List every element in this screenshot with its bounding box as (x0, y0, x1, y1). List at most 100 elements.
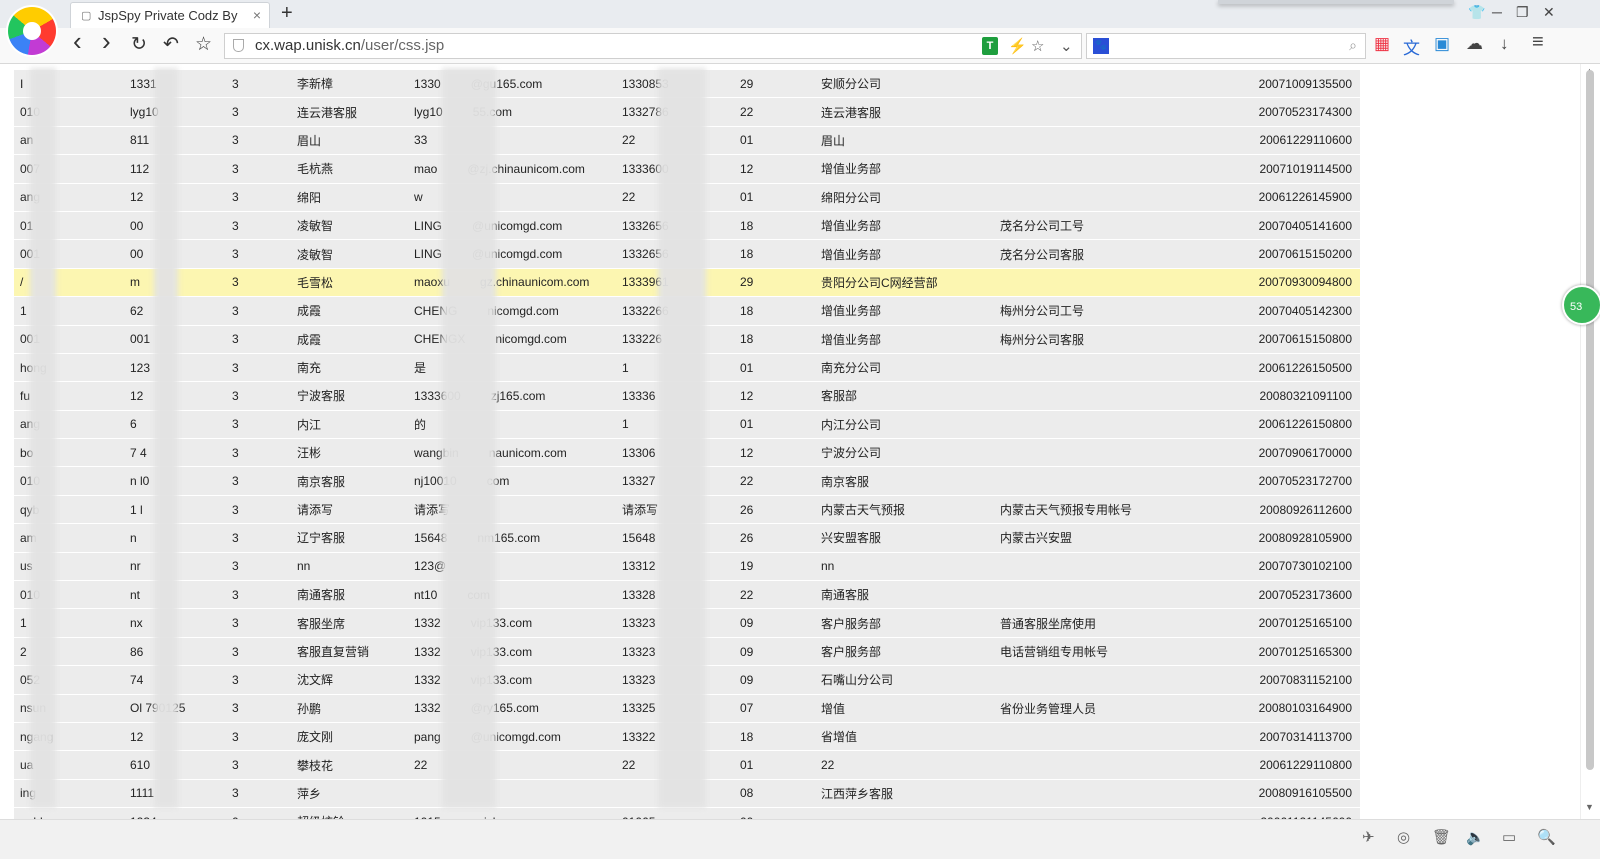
table-cell-c4: 123@ (408, 552, 616, 582)
vertical-scrollbar[interactable]: ▲ ▼ (1580, 64, 1600, 819)
lightning-icon[interactable]: ⚡ (1008, 37, 1027, 55)
window-icon[interactable]: ▭ (1502, 828, 1516, 846)
table-cell-c7: 增值业务部 (815, 211, 994, 241)
table-cell-c8: 电话营销组专用帐号 (994, 637, 1194, 667)
table-cell-c7 (815, 807, 994, 819)
table-cell-c7: 眉山 (815, 126, 994, 156)
table-cell-c2: 3 (226, 296, 291, 326)
table-cell-c3: 南充 (291, 353, 408, 383)
table-cell-c7: 南京客服 (815, 466, 994, 496)
zoom-icon[interactable]: 🔍 (1537, 828, 1556, 846)
table-cell-c4: wangbin naunicom.com (408, 438, 616, 468)
table-cell-c3: 眉山 (291, 126, 408, 156)
table-cell-c9: 20070615150800 (1194, 325, 1360, 354)
dropdown-icon[interactable]: ⌄ (1060, 37, 1073, 55)
email-suffix: zj165.com (490, 388, 546, 403)
table-cell-c2: 3 (226, 325, 291, 354)
security-shield-icon (233, 39, 244, 52)
floating-badge[interactable]: 53 (1562, 285, 1600, 325)
close-window-button[interactable]: ✕ (1543, 4, 1555, 21)
table-cell-c8 (994, 722, 1194, 752)
table-cell-c2: 3 (226, 70, 291, 99)
scroll-down-icon[interactable]: ▼ (1585, 802, 1594, 812)
table-cell-c8 (994, 580, 1194, 610)
forward-button[interactable]: › (102, 28, 111, 54)
browser-logo-icon[interactable] (8, 7, 56, 55)
email-suffix: naunicom.com (488, 445, 567, 460)
status-bar: ✈ ◎ 🗑 🔈 ▭ 🔍 (0, 819, 1600, 859)
search-box[interactable]: 🐾 ⌕ (1086, 33, 1366, 59)
tab-strip-shadow (1218, 0, 1454, 4)
globe-icon[interactable]: ◎ (1397, 828, 1410, 846)
table-cell-c9: 20061229110800 (1194, 750, 1360, 780)
page-content: I 1331 3 李新樟 1330 @gu165.com 1330853 29 安顺分公司 200… (0, 64, 1580, 819)
email-prefix: 1332 (414, 644, 441, 659)
email-prefix: 1332 (414, 672, 441, 687)
cloud-icon[interactable]: ☁ (1466, 34, 1483, 54)
table-cell-c6: 12 (734, 381, 815, 411)
tab-close-icon[interactable]: × (253, 7, 261, 23)
download-icon[interactable]: ↓ (1500, 34, 1509, 54)
table-cell-c2: 3 (226, 126, 291, 156)
apps-icon[interactable]: ▦ (1374, 34, 1390, 54)
table-cell-c6: 00 (734, 807, 815, 819)
table-cell-c7: 增值业务部 (815, 154, 994, 184)
table-cell-c7: 内蒙古天气预报 (815, 495, 994, 525)
star-icon[interactable]: ☆ (1031, 37, 1044, 55)
tab-jspspy[interactable]: ▢ JspSpy Private Codz By - I × (70, 2, 270, 28)
table-cell-c3: 孙鹏 (291, 694, 408, 723)
undo-close-button[interactable]: ↶ (163, 34, 179, 56)
email-prefix: 1332 (414, 701, 441, 716)
sound-icon[interactable]: 🔈 (1466, 828, 1485, 846)
table-cell-c6: 26 (734, 495, 815, 525)
minimize-button[interactable]: ─ (1492, 4, 1502, 20)
address-bar[interactable]: cx.wap.unisk.cn/user/css.jsp T ⚡ ☆ ⌄ (224, 33, 1082, 59)
table-cell-c6: 29 (734, 70, 815, 99)
table-cell-c2: 3 (226, 268, 291, 298)
table-cell-c6: 29 (734, 268, 815, 298)
table-cell-c6: 18 (734, 296, 815, 326)
table-cell-c4: 1332 @ry165.com (408, 694, 616, 723)
table-cell-c9: 20070523174300 (1194, 97, 1360, 127)
table-cell-c8 (994, 268, 1194, 298)
table-cell-c6: 19 (734, 552, 815, 582)
reload-button[interactable]: ↻ (131, 34, 147, 56)
table-cell-c2: 3 (226, 637, 291, 667)
table-cell-c8 (994, 410, 1194, 440)
trash-icon[interactable]: 🗑 (1432, 828, 1451, 846)
table-cell-c4: mao @zj.chinaunicom.com (408, 154, 616, 184)
search-icon[interactable]: ⌕ (1349, 37, 1357, 54)
search-input[interactable] (1115, 37, 1339, 57)
screenshot-icon[interactable]: ▣ (1434, 34, 1450, 54)
search-engine-icon[interactable]: 🐾 (1093, 38, 1109, 54)
table-cell-c4: 1333600 zj165.com (408, 381, 616, 411)
table-cell-c8 (994, 381, 1194, 411)
url-text[interactable]: cx.wap.unisk.cn/user/css.jsp (255, 37, 444, 54)
table-cell-c4: LING @unicomgd.com (408, 239, 616, 269)
table-cell-c3: 萍乡 (291, 779, 408, 809)
scrollbar-thumb[interactable] (1586, 70, 1594, 770)
document-icon: ▢ (81, 10, 92, 22)
table-cell-c4: 15648 nm165.com (408, 523, 616, 553)
menu-icon[interactable]: ≡ (1532, 31, 1544, 54)
table-cell-c2: 3 (226, 608, 291, 638)
pin-icon[interactable]: ✈ (1362, 828, 1375, 846)
table-cell-c7: 22 (815, 750, 994, 780)
maximize-button[interactable]: ❐ (1516, 4, 1529, 21)
table-cell-c6: 07 (734, 694, 815, 723)
email-prefix: 22 (414, 758, 428, 773)
table-cell-c2: 0 (226, 807, 291, 819)
new-tab-button[interactable]: + (281, 2, 293, 25)
table-cell-c6: 22 (734, 466, 815, 496)
skin-icon[interactable]: 👕 (1468, 4, 1485, 21)
table-cell-c7: 连云港客服 (815, 97, 994, 127)
email-suffix: nicomgd.com (495, 332, 567, 347)
table-cell-c6: 08 (734, 779, 815, 809)
table-cell-c6: 01 (734, 410, 815, 440)
translate-icon[interactable]: 文 (1403, 34, 1420, 59)
back-button[interactable]: ‹ (73, 28, 82, 54)
table-cell-c6: 18 (734, 211, 815, 241)
table-cell-c9: 20070125165100 (1194, 608, 1360, 638)
security-badge-icon[interactable]: T (982, 37, 998, 55)
bookmark-icon[interactable]: ☆ (195, 34, 212, 56)
